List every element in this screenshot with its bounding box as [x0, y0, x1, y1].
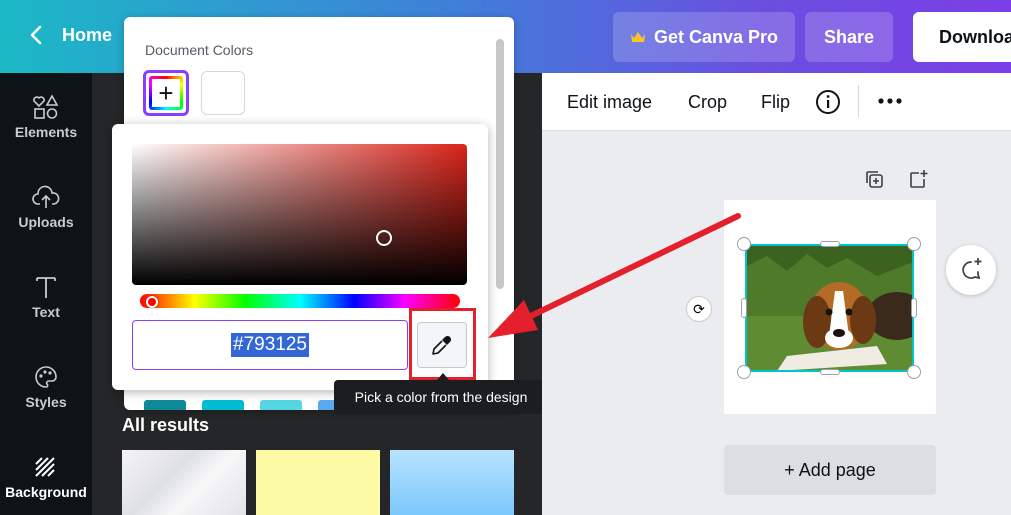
crown-icon [630, 32, 645, 42]
color-swatch[interactable] [202, 400, 244, 410]
rail-label-elements: Elements [14, 124, 78, 140]
rail-label-uploads: Uploads [18, 214, 74, 230]
resize-handle-bottom-left[interactable] [737, 365, 751, 379]
rail-label-styles: Styles [25, 394, 67, 410]
hue-handle[interactable] [146, 296, 158, 308]
home-link[interactable]: Home [28, 24, 112, 46]
rail-item-text[interactable]: Text [0, 274, 92, 320]
tooltip-arrow [437, 373, 449, 380]
info-icon[interactable] [815, 89, 841, 115]
resize-handle-right[interactable] [911, 298, 917, 318]
rail-item-elements[interactable]: Elements [0, 94, 92, 140]
more-options-icon[interactable] [877, 97, 903, 105]
add-page-icon[interactable] [907, 168, 929, 190]
rail-item-uploads[interactable]: Uploads [0, 184, 92, 230]
beagle-photo [747, 246, 912, 370]
rail-label-text: Text [32, 304, 60, 320]
rail-label-background: Background [5, 484, 87, 500]
download-label: Download [939, 26, 1011, 47]
resize-handle-top-right[interactable] [907, 237, 921, 251]
color-swatch[interactable] [144, 400, 186, 410]
rail-item-background[interactable]: Background [0, 454, 92, 500]
share-button[interactable]: Share [805, 12, 893, 62]
saturation-value-area[interactable] [132, 144, 467, 285]
add-comment-button[interactable] [946, 245, 996, 295]
background-result-yellow[interactable] [256, 450, 380, 515]
duplicate-page-icon[interactable] [864, 169, 886, 191]
hex-value: #793125 [231, 333, 309, 357]
palette-icon [35, 366, 57, 388]
comment-plus-icon [962, 258, 982, 280]
chevron-left-icon [30, 25, 42, 45]
resize-handle-bottom[interactable] [820, 369, 840, 375]
annotation-highlight-box [409, 308, 476, 380]
hex-input[interactable]: #793125 [132, 320, 408, 370]
download-button[interactable]: Download [913, 12, 1011, 62]
plus-icon: + [149, 76, 183, 110]
get-canva-pro-label: Get Canva Pro [653, 26, 779, 47]
dog-image[interactable] [745, 244, 914, 372]
cloud-upload-icon [32, 185, 60, 208]
annotation-arrow [488, 213, 741, 338]
crop-button[interactable]: Crop [688, 92, 727, 113]
background-result-marble[interactable] [122, 450, 246, 515]
get-canva-pro-button[interactable]: Get Canva Pro [613, 12, 795, 62]
hue-slider[interactable] [140, 294, 460, 308]
toolbar-divider [858, 85, 859, 117]
document-colors-title: Document Colors [145, 42, 254, 58]
flip-button[interactable]: Flip [761, 92, 790, 113]
color-swatch[interactable] [260, 400, 302, 410]
background-icon [35, 457, 55, 477]
results-heading: All results [122, 415, 210, 435]
share-label: Share [823, 26, 875, 47]
edit-image-button[interactable]: Edit image [567, 92, 652, 113]
shapes-icon [33, 94, 59, 119]
editor-toolbar: Edit image Crop Flip [542, 73, 1011, 131]
resize-handle-top[interactable] [820, 241, 840, 247]
home-label: Home [62, 24, 113, 45]
background-result-blue[interactable] [390, 450, 514, 515]
text-icon [36, 277, 56, 298]
rail-item-styles[interactable]: Styles [0, 364, 92, 410]
add-color-swatch[interactable]: + [143, 70, 189, 116]
saturation-handle[interactable] [376, 230, 392, 246]
color-swatch-white[interactable] [201, 71, 245, 115]
add-page-button[interactable]: + Add page [724, 445, 936, 495]
resize-handle-bottom-right[interactable] [907, 365, 921, 379]
eyedropper-tooltip: Pick a color from the design [334, 380, 548, 414]
